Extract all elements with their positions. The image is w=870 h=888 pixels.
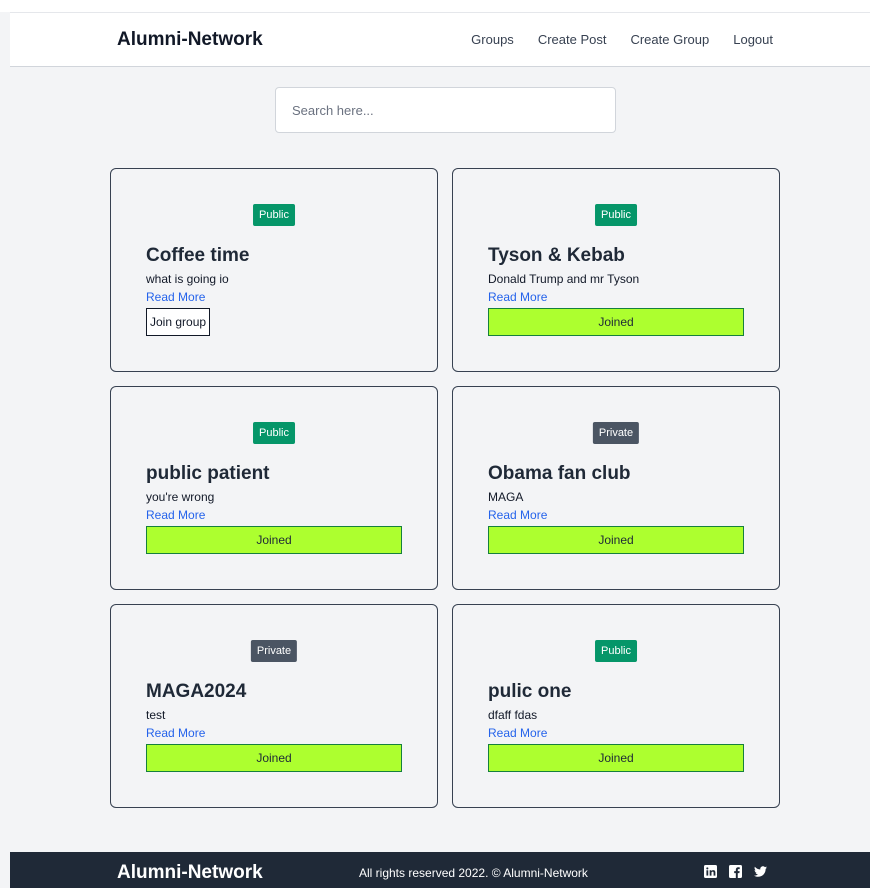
navbar: Alumni-Network Groups Create Post Create… bbox=[10, 12, 870, 67]
group-card: Public Coffee time what is going io Read… bbox=[110, 168, 438, 372]
linkedin-icon[interactable] bbox=[704, 865, 717, 878]
read-more-link[interactable]: Read More bbox=[146, 508, 205, 523]
group-description: Donald Trump and mr Tyson bbox=[488, 272, 640, 286]
nav-links: Groups Create Post Create Group Logout bbox=[471, 32, 773, 48]
group-title: pulic one bbox=[488, 681, 572, 702]
group-card: Public pulic one dfaff fdas Read More Jo… bbox=[452, 604, 780, 808]
read-more-link[interactable]: Read More bbox=[146, 290, 205, 305]
visibility-badge: Public bbox=[595, 640, 637, 662]
top-strip bbox=[0, 0, 870, 12]
group-description: you're wrong bbox=[146, 490, 215, 504]
group-description: dfaff fdas bbox=[488, 708, 538, 722]
search-input[interactable] bbox=[275, 87, 616, 133]
group-title: public patient bbox=[146, 463, 270, 484]
read-more-link[interactable]: Read More bbox=[146, 726, 205, 741]
twitter-icon[interactable] bbox=[754, 865, 767, 878]
footer-brand: Alumni-Network bbox=[117, 862, 263, 883]
joined-button[interactable]: Joined bbox=[488, 526, 744, 554]
group-title: MAGA2024 bbox=[146, 681, 247, 702]
group-grid: Public Coffee time what is going io Read… bbox=[110, 168, 780, 808]
group-description: what is going io bbox=[146, 272, 229, 286]
facebook-icon[interactable] bbox=[729, 865, 742, 878]
social-links bbox=[704, 865, 767, 878]
join-group-button[interactable]: Join group bbox=[146, 308, 211, 336]
nav-link-logout[interactable]: Logout bbox=[733, 32, 773, 48]
read-more-link[interactable]: Read More bbox=[488, 508, 547, 523]
visibility-badge: Public bbox=[253, 204, 295, 226]
group-card: Private Obama fan club MAGA Read More Jo… bbox=[452, 386, 780, 590]
joined-button[interactable]: Joined bbox=[146, 744, 402, 772]
group-card: Public Tyson & Kebab Donald Trump and mr… bbox=[452, 168, 780, 372]
visibility-badge: Public bbox=[253, 422, 295, 444]
footer-copyright: All rights reserved 2022. © Alumni-Netwo… bbox=[359, 866, 588, 880]
read-more-link[interactable]: Read More bbox=[488, 290, 547, 305]
visibility-badge: Public bbox=[595, 204, 637, 226]
joined-button[interactable]: Joined bbox=[488, 744, 744, 772]
footer: Alumni-Network All rights reserved 2022.… bbox=[10, 852, 870, 888]
group-title: Obama fan club bbox=[488, 463, 631, 484]
nav-link-create-group[interactable]: Create Group bbox=[630, 32, 709, 48]
joined-button[interactable]: Joined bbox=[146, 526, 402, 554]
brand-logo[interactable]: Alumni-Network bbox=[117, 29, 263, 51]
nav-link-create-post[interactable]: Create Post bbox=[538, 32, 607, 48]
group-title: Coffee time bbox=[146, 245, 250, 266]
group-card: Public public patient you're wrong Read … bbox=[110, 386, 438, 590]
joined-button[interactable]: Joined bbox=[488, 308, 744, 336]
visibility-badge: Private bbox=[250, 640, 298, 662]
group-description: test bbox=[146, 708, 166, 722]
visibility-badge: Private bbox=[592, 422, 640, 444]
read-more-link[interactable]: Read More bbox=[488, 726, 547, 741]
group-description: MAGA bbox=[488, 490, 524, 504]
group-card: Private MAGA2024 test Read More Joined bbox=[110, 604, 438, 808]
nav-link-groups[interactable]: Groups bbox=[471, 32, 514, 48]
group-title: Tyson & Kebab bbox=[488, 245, 625, 266]
